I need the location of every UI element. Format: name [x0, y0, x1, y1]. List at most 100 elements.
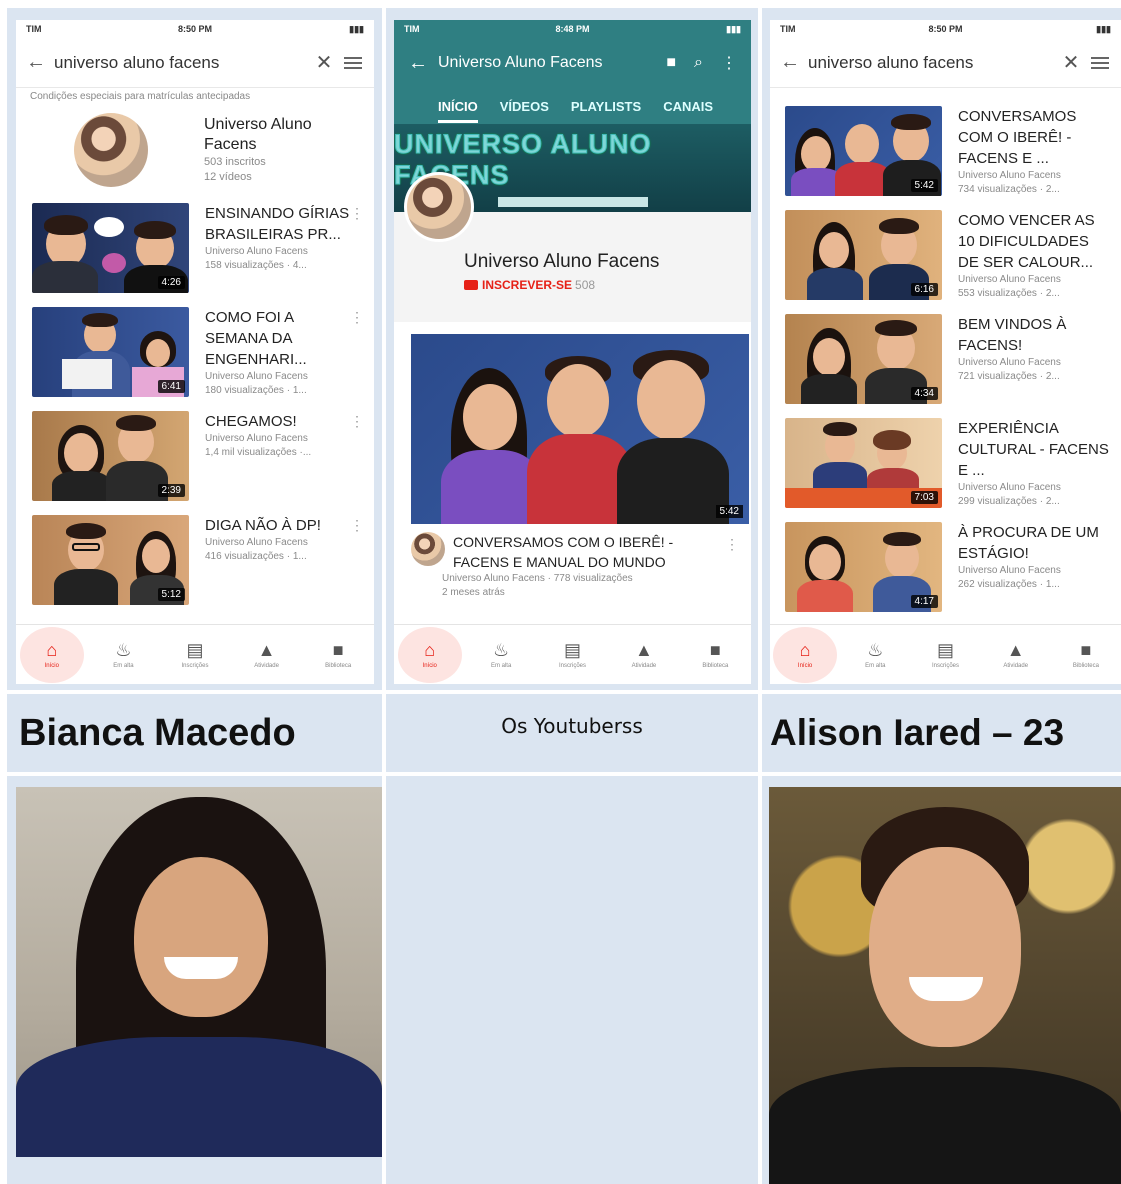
video-title[interactable]: CHEGAMOS!: [205, 411, 355, 432]
subscriptions-icon: ▤: [564, 640, 582, 660]
flame-icon: ♨: [867, 640, 884, 660]
video-result[interactable]: 6:41 COMO FOI A SEMANA DA ENGENHARI... U…: [16, 307, 374, 411]
video-title[interactable]: ENSINANDO GÍRIAS BRASILEIRAS PR...: [205, 203, 355, 245]
nav-activity[interactable]: ▲ Atividade: [981, 625, 1051, 684]
collage-grid: TIM 8:50 PM ▮▮▮ ← universo aluno facens …: [7, 0, 1121, 1184]
video-duration: 5:42: [910, 179, 938, 192]
more-options-icon[interactable]: ⋮: [721, 53, 737, 73]
video-title[interactable]: COMO FOI A SEMANA DA ENGENHARI...: [205, 307, 355, 370]
nav-library[interactable]: ■ Biblioteca: [1051, 625, 1121, 684]
video-result[interactable]: 5:12 DIGA NÃO À DP! Universo Aluno Facen…: [16, 515, 374, 619]
back-arrow-icon[interactable]: ←: [408, 52, 438, 75]
video-channel: Universo Aluno Facens: [958, 170, 1061, 181]
channel-info: Universo Aluno Facens INSCREVER-SE 508: [394, 172, 751, 322]
back-arrow-icon[interactable]: ←: [26, 51, 54, 74]
promo-text: Condições especiais para matrículas ante…: [30, 91, 251, 102]
video-duration: 2:39: [157, 484, 185, 497]
nav-subscriptions[interactable]: ▤ Inscrições: [910, 625, 980, 684]
more-options-icon[interactable]: ⋮: [350, 309, 364, 326]
nav-trending[interactable]: ♨ Em alta: [465, 625, 536, 684]
youtube-icon: [464, 280, 478, 290]
left-screen-cell: TIM 8:50 PM ▮▮▮ ← universo aluno facens …: [7, 8, 382, 690]
nav-activity[interactable]: ▲ Atividade: [231, 625, 303, 684]
search-input[interactable]: universo aluno facens: [54, 53, 306, 73]
video-channel: Universo Aluno Facens: [205, 246, 308, 257]
filter-icon[interactable]: [342, 54, 364, 72]
tab-home[interactable]: INÍCIO: [438, 99, 478, 123]
nav-library[interactable]: ■ Biblioteca: [302, 625, 374, 684]
more-options-icon[interactable]: ⋮: [725, 536, 739, 553]
video-result[interactable]: 2:39 CHEGAMOS! Universo Aluno Facens 1,4…: [16, 411, 374, 515]
featured-video-info: CONVERSAMOS COM O IBERÊ! - FACENS E MANU…: [394, 524, 751, 572]
channel-avatar: [404, 172, 474, 242]
nav-trending[interactable]: ♨ Em alta: [840, 625, 910, 684]
search-icon[interactable]: ⌕: [694, 54, 703, 72]
channel-tabs: INÍCIO VÍDEOS PLAYLISTS CANAIS: [394, 88, 751, 124]
back-arrow-icon[interactable]: ←: [780, 51, 808, 74]
tab-channels[interactable]: CANAIS: [663, 99, 713, 114]
section-caption: Os Youtuberss: [501, 714, 643, 738]
video-thumbnail[interactable]: 4:34: [785, 314, 942, 404]
video-thumbnail[interactable]: 6:41: [32, 307, 189, 397]
featured-video-thumbnail[interactable]: 5:42: [411, 334, 749, 524]
video-result[interactable]: 7:03 EXPERIÊNCIA CULTURAL - FACENS E ...…: [770, 418, 1121, 522]
bottom-navigation: ⌂ Início ♨ Em alta ▤ Inscrições ▲ Atividade …: [16, 624, 374, 684]
filter-icon[interactable]: [1089, 54, 1111, 72]
video-result[interactable]: 5:42 CONVERSAMOS COM O IBERÊ! - FACENS E…: [770, 106, 1121, 210]
video-title[interactable]: COMO VENCER AS 10 DIFICULDADES DE SER CA…: [958, 210, 1110, 273]
more-options-icon[interactable]: ⋮: [350, 517, 364, 534]
clear-icon[interactable]: ✕: [1053, 50, 1089, 75]
featured-video-title[interactable]: CONVERSAMOS COM O IBERÊ! - FACENS E MANU…: [453, 532, 723, 572]
video-result[interactable]: 4:26 ENSINANDO GÍRIAS BRASILEIRAS PR... …: [16, 203, 374, 307]
camera-icon[interactable]: ■: [666, 54, 676, 72]
video-result[interactable]: 6:16 COMO VENCER AS 10 DIFICULDADES DE S…: [770, 210, 1121, 314]
video-duration: 5:12: [157, 588, 185, 601]
channel-toolbar: ← Universo Aluno Facens ■ ⌕ ⋮: [394, 38, 751, 88]
video-duration: 6:41: [157, 380, 185, 393]
more-options-icon[interactable]: ⋮: [350, 205, 364, 222]
video-meta: 1,4 mil visualizações ·...: [205, 447, 312, 458]
video-result[interactable]: 4:17 À PROCURA DE UM ESTÁGIO! Universo A…: [770, 522, 1121, 626]
video-result[interactable]: 4:34 BEM VINDOS À FACENS! Universo Aluno…: [770, 314, 1121, 418]
video-thumbnail[interactable]: 7:03: [785, 418, 942, 508]
status-bar: TIM 8:48 PM ▮▮▮: [394, 20, 751, 38]
video-title[interactable]: À PROCURA DE UM ESTÁGIO!: [958, 522, 1110, 564]
folder-icon: ■: [1080, 640, 1092, 660]
subscribe-button[interactable]: INSCREVER-SE 508: [464, 278, 751, 292]
nav-trending[interactable]: ♨ Em alta: [88, 625, 160, 684]
more-options-icon[interactable]: ⋮: [350, 413, 364, 430]
subscriptions-icon: ▤: [937, 640, 955, 660]
alison-photo: [769, 787, 1121, 1184]
tab-videos[interactable]: VÍDEOS: [500, 99, 549, 114]
search-input[interactable]: universo aluno facens: [808, 53, 1053, 73]
subscriber-count: 508: [575, 278, 596, 292]
video-thumbnail[interactable]: 4:26: [32, 203, 189, 293]
video-title[interactable]: DIGA NÃO À DP!: [205, 515, 355, 536]
nav-home[interactable]: ⌂ Início: [770, 625, 840, 684]
nav-library[interactable]: ■ Biblioteca: [680, 625, 751, 684]
tab-playlists[interactable]: PLAYLISTS: [571, 99, 641, 114]
video-channel: Universo Aluno Facens: [958, 565, 1061, 576]
bell-icon: ▲: [257, 640, 276, 660]
right-screen-cell: TIM 8:50 PM ▮▮▮ ← universo aluno facens …: [762, 8, 1121, 690]
video-thumbnail[interactable]: 5:12: [32, 515, 189, 605]
left-photo-cell: [7, 776, 382, 1184]
nav-subscriptions[interactable]: ▤ Inscrições: [537, 625, 608, 684]
video-thumbnail[interactable]: 6:16: [785, 210, 942, 300]
channel-result[interactable]: Universo Aluno Facens 503 inscritos 12 v…: [16, 105, 374, 195]
clear-icon[interactable]: ✕: [306, 50, 342, 75]
video-thumbnail[interactable]: 5:42: [785, 106, 942, 196]
home-icon: ⌂: [46, 640, 58, 660]
video-thumbnail[interactable]: 2:39: [32, 411, 189, 501]
video-title[interactable]: CONVERSAMOS COM O IBERÊ! - FACENS E ...: [958, 106, 1110, 169]
nav-home[interactable]: ⌂ Início: [394, 625, 465, 684]
video-channel: Universo Aluno Facens: [958, 274, 1061, 285]
video-thumbnail[interactable]: 4:17: [785, 522, 942, 612]
nav-home[interactable]: ⌂ Início: [16, 625, 88, 684]
nav-subscriptions[interactable]: ▤ Inscrições: [159, 625, 231, 684]
nav-activity[interactable]: ▲ Atividade: [608, 625, 679, 684]
video-title[interactable]: BEM VINDOS À FACENS!: [958, 314, 1110, 356]
featured-video-age: 2 meses atrás: [442, 587, 505, 598]
video-title[interactable]: EXPERIÊNCIA CULTURAL - FACENS E ...: [958, 418, 1110, 481]
person-name-right: Alison Iared – 23: [770, 712, 1065, 753]
